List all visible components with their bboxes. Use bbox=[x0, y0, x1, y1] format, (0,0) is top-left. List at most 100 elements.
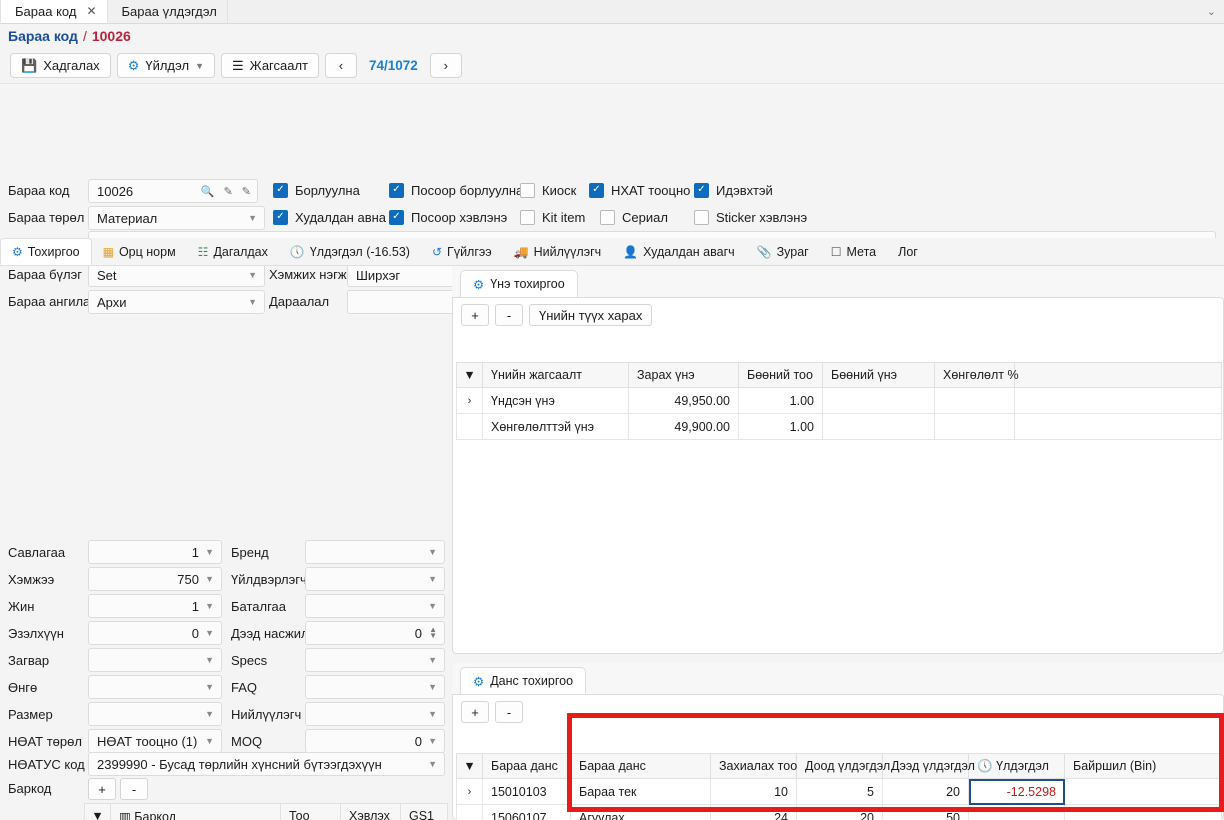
price-cell-wholesale-qty[interactable]: 1.00 bbox=[738, 387, 823, 414]
window-tab-baraa-uldegdel[interactable]: Бараа үлдэгдэл bbox=[108, 0, 228, 23]
uildverlegch-select[interactable]: ▼ bbox=[305, 567, 445, 591]
account-remove-button[interactable]: - bbox=[495, 701, 523, 723]
tab-guilgee[interactable]: ↺ Гүйлгээ bbox=[421, 238, 503, 265]
account-cell-account[interactable]: 15060107 bbox=[482, 804, 571, 820]
price-col-jagsaalt[interactable]: Үнийн жагсаалт bbox=[482, 362, 629, 388]
checkbox-sticker-hevlene[interactable]: Sticker хэвлэнэ bbox=[694, 210, 807, 225]
account-col-min[interactable]: Доод үлдэгдэл bbox=[796, 753, 890, 779]
barcode-col-hevleh[interactable]: Хэвлэх bbox=[340, 803, 401, 820]
nuat-torol-select[interactable]: НӨАТ тооцно (1) ▼ bbox=[88, 729, 222, 753]
moq-input[interactable]: 0 ▼ bbox=[305, 729, 445, 753]
tab-niiluulegch[interactable]: 🚚 Нийлүүлэгч bbox=[503, 238, 612, 265]
window-tab-baraa-kod[interactable]: Бараа код ✕ bbox=[0, 0, 108, 23]
brend-select[interactable]: ▼ bbox=[305, 540, 445, 564]
account-cell-account[interactable]: 15010103 bbox=[482, 778, 571, 805]
table-row[interactable]: 15060107 Агуулах 24 20 50 bbox=[456, 804, 1222, 820]
price-cell-sell[interactable]: 49,950.00 bbox=[628, 387, 739, 414]
save-button[interactable]: 💾 Хадгалах bbox=[10, 53, 111, 78]
barcode-add-button[interactable]: + bbox=[88, 778, 116, 800]
price-col-booniy-une[interactable]: Бөөний үнэ bbox=[822, 362, 935, 388]
filter-icon[interactable]: ▼ bbox=[456, 362, 483, 388]
account-col-max[interactable]: Дээд үлдэгдэл bbox=[882, 753, 975, 779]
baraa-torol-select[interactable]: Материал ▼ bbox=[88, 206, 265, 230]
savlagaa-input[interactable]: 1 ▼ bbox=[88, 540, 222, 564]
faq-select[interactable]: ▼ bbox=[305, 675, 445, 699]
nuatus-kod-select[interactable]: 2399990 - Бусад төрлийн хүнсний бүтээгдэ… bbox=[88, 752, 445, 776]
ezelhuun-input[interactable]: 0 ▼ bbox=[88, 621, 222, 645]
checkbox-nhat-tootsno[interactable]: НХАТ тооцно bbox=[589, 183, 690, 198]
price-cell-wholesale-qty[interactable]: 1.00 bbox=[738, 413, 823, 440]
specs-select[interactable]: ▼ bbox=[305, 648, 445, 672]
zagvar-select[interactable]: ▼ bbox=[88, 648, 222, 672]
baraa-kod-input[interactable]: 10026 🔍 ✎ ✎ bbox=[88, 179, 258, 203]
account-cell-balance[interactable]: -12.5298 bbox=[968, 778, 1065, 805]
link-icon[interactable]: ✎ bbox=[242, 185, 251, 198]
account-cell-order-qty[interactable]: 24 bbox=[710, 804, 797, 820]
checkbox-posoor-borluulna[interactable]: Посоор борлуулна bbox=[389, 183, 523, 198]
row-expand-icon[interactable]: › bbox=[456, 778, 483, 805]
price-cell-name[interactable]: Хөнгөлөлттэй үнэ bbox=[482, 413, 629, 440]
niiluulegch-select[interactable]: ▼ bbox=[305, 702, 445, 726]
price-cell-sell[interactable]: 49,900.00 bbox=[628, 413, 739, 440]
hemjee-input[interactable]: 750 ▼ bbox=[88, 567, 222, 591]
account-cell-bin[interactable] bbox=[1064, 778, 1222, 805]
price-col-zarah-une[interactable]: Зарах үнэ bbox=[628, 362, 739, 388]
price-panel-tab[interactable]: ⚙ Үнэ тохиргоо bbox=[460, 270, 578, 298]
account-cell-min[interactable]: 5 bbox=[796, 778, 883, 805]
list-button[interactable]: ☰ Жагсаалт bbox=[221, 53, 320, 78]
price-cell-name[interactable]: Үндсэн үнэ bbox=[482, 387, 629, 414]
price-col-hongololt[interactable]: Хөнгөлөлт % bbox=[934, 362, 1019, 388]
account-panel-tab[interactable]: ⚙ Данс тохиргоо bbox=[460, 667, 587, 695]
price-col-booniy-too[interactable]: Бөөний тоо bbox=[738, 362, 823, 388]
checkbox-idevhtei[interactable]: Идэвхтэй bbox=[694, 183, 773, 198]
checkbox-serial[interactable]: Сериал bbox=[600, 210, 668, 225]
tab-orts-norm[interactable]: ▦ Орц норм bbox=[92, 238, 187, 265]
price-add-button[interactable]: + bbox=[461, 304, 489, 326]
checkbox-posoor-hevlene[interactable]: Посоор хэвлэнэ bbox=[389, 210, 507, 225]
account-cell-bin[interactable] bbox=[1064, 804, 1222, 820]
close-icon[interactable]: ✕ bbox=[86, 5, 96, 17]
price-cell-discount[interactable] bbox=[934, 387, 1015, 414]
account-add-button[interactable]: + bbox=[461, 701, 489, 723]
prev-record-button[interactable]: ‹ bbox=[325, 53, 358, 78]
search-icon[interactable]: 🔍 bbox=[201, 185, 215, 198]
chevron-down-icon[interactable]: ⌄ bbox=[1207, 5, 1216, 18]
price-cell-discount[interactable] bbox=[934, 413, 1015, 440]
deed-nasjilt-input[interactable]: 0 ▲ ▼ bbox=[305, 621, 445, 645]
stepper-icon[interactable]: ▲▼ bbox=[429, 626, 437, 640]
jin-input[interactable]: 1 ▼ bbox=[88, 594, 222, 618]
breadcrumb-main[interactable]: Бараа код bbox=[8, 28, 78, 44]
checkbox-hudaldan-avna[interactable]: Худалдан авна bbox=[273, 210, 386, 225]
tab-dagaldah[interactable]: ☷ Дагалдах bbox=[187, 238, 279, 265]
ongo-select[interactable]: ▼ bbox=[88, 675, 222, 699]
account-cell-max[interactable]: 50 bbox=[882, 804, 969, 820]
checkbox-kit-item[interactable]: Kit item bbox=[520, 210, 585, 225]
barcode-col-too[interactable]: Тоо bbox=[280, 803, 341, 820]
razmer-select[interactable]: ▼ bbox=[88, 702, 222, 726]
account-col-bin[interactable]: Байршил (Bin) bbox=[1064, 753, 1222, 779]
account-col-name[interactable]: Бараа данс bbox=[570, 753, 711, 779]
table-row[interactable]: › Үндсэн үнэ 49,950.00 1.00 bbox=[456, 387, 1222, 414]
account-col-order-qty[interactable]: Захиалах тоо bbox=[710, 753, 797, 779]
barcode-col-gs1[interactable]: GS1 bbox=[400, 803, 448, 820]
tab-tohirgoo[interactable]: ⚙ Тохиргоо bbox=[0, 238, 92, 265]
account-cell-name[interactable]: Бараа тек bbox=[570, 778, 711, 805]
checkbox-borluulna[interactable]: Борлуулна bbox=[273, 183, 360, 198]
action-menu-button[interactable]: ⚙ Үйлдэл ▼ bbox=[116, 53, 216, 78]
filter-icon[interactable]: ▼ bbox=[84, 803, 111, 820]
tab-log[interactable]: Лог bbox=[887, 238, 929, 265]
account-cell-min[interactable]: 20 bbox=[796, 804, 883, 820]
row-expand-icon[interactable]: › bbox=[456, 387, 483, 414]
barcode-remove-button[interactable]: - bbox=[120, 778, 148, 800]
filter-icon[interactable]: ▼ bbox=[456, 753, 483, 779]
tab-meta[interactable]: ☐ Мета bbox=[820, 238, 887, 265]
price-history-button[interactable]: Үнийн түүх харах bbox=[529, 304, 653, 326]
account-col-data[interactable]: Бараа данс bbox=[482, 753, 571, 779]
table-row[interactable]: Хөнгөлөлттэй үнэ 49,900.00 1.00 bbox=[456, 413, 1222, 440]
account-cell-balance[interactable] bbox=[968, 804, 1065, 820]
edit-icon[interactable]: ✎ bbox=[224, 185, 233, 198]
tab-uldegdel[interactable]: 🕔 Үлдэгдэл (-16.53) bbox=[279, 238, 421, 265]
tab-hudaldan-avagch[interactable]: 👤 Худалдан авагч bbox=[612, 238, 746, 265]
tab-zurag[interactable]: 📎 Зураг bbox=[746, 238, 820, 265]
table-row[interactable]: › 15010103 Бараа тек 10 5 20 -12.5298 bbox=[456, 778, 1222, 805]
